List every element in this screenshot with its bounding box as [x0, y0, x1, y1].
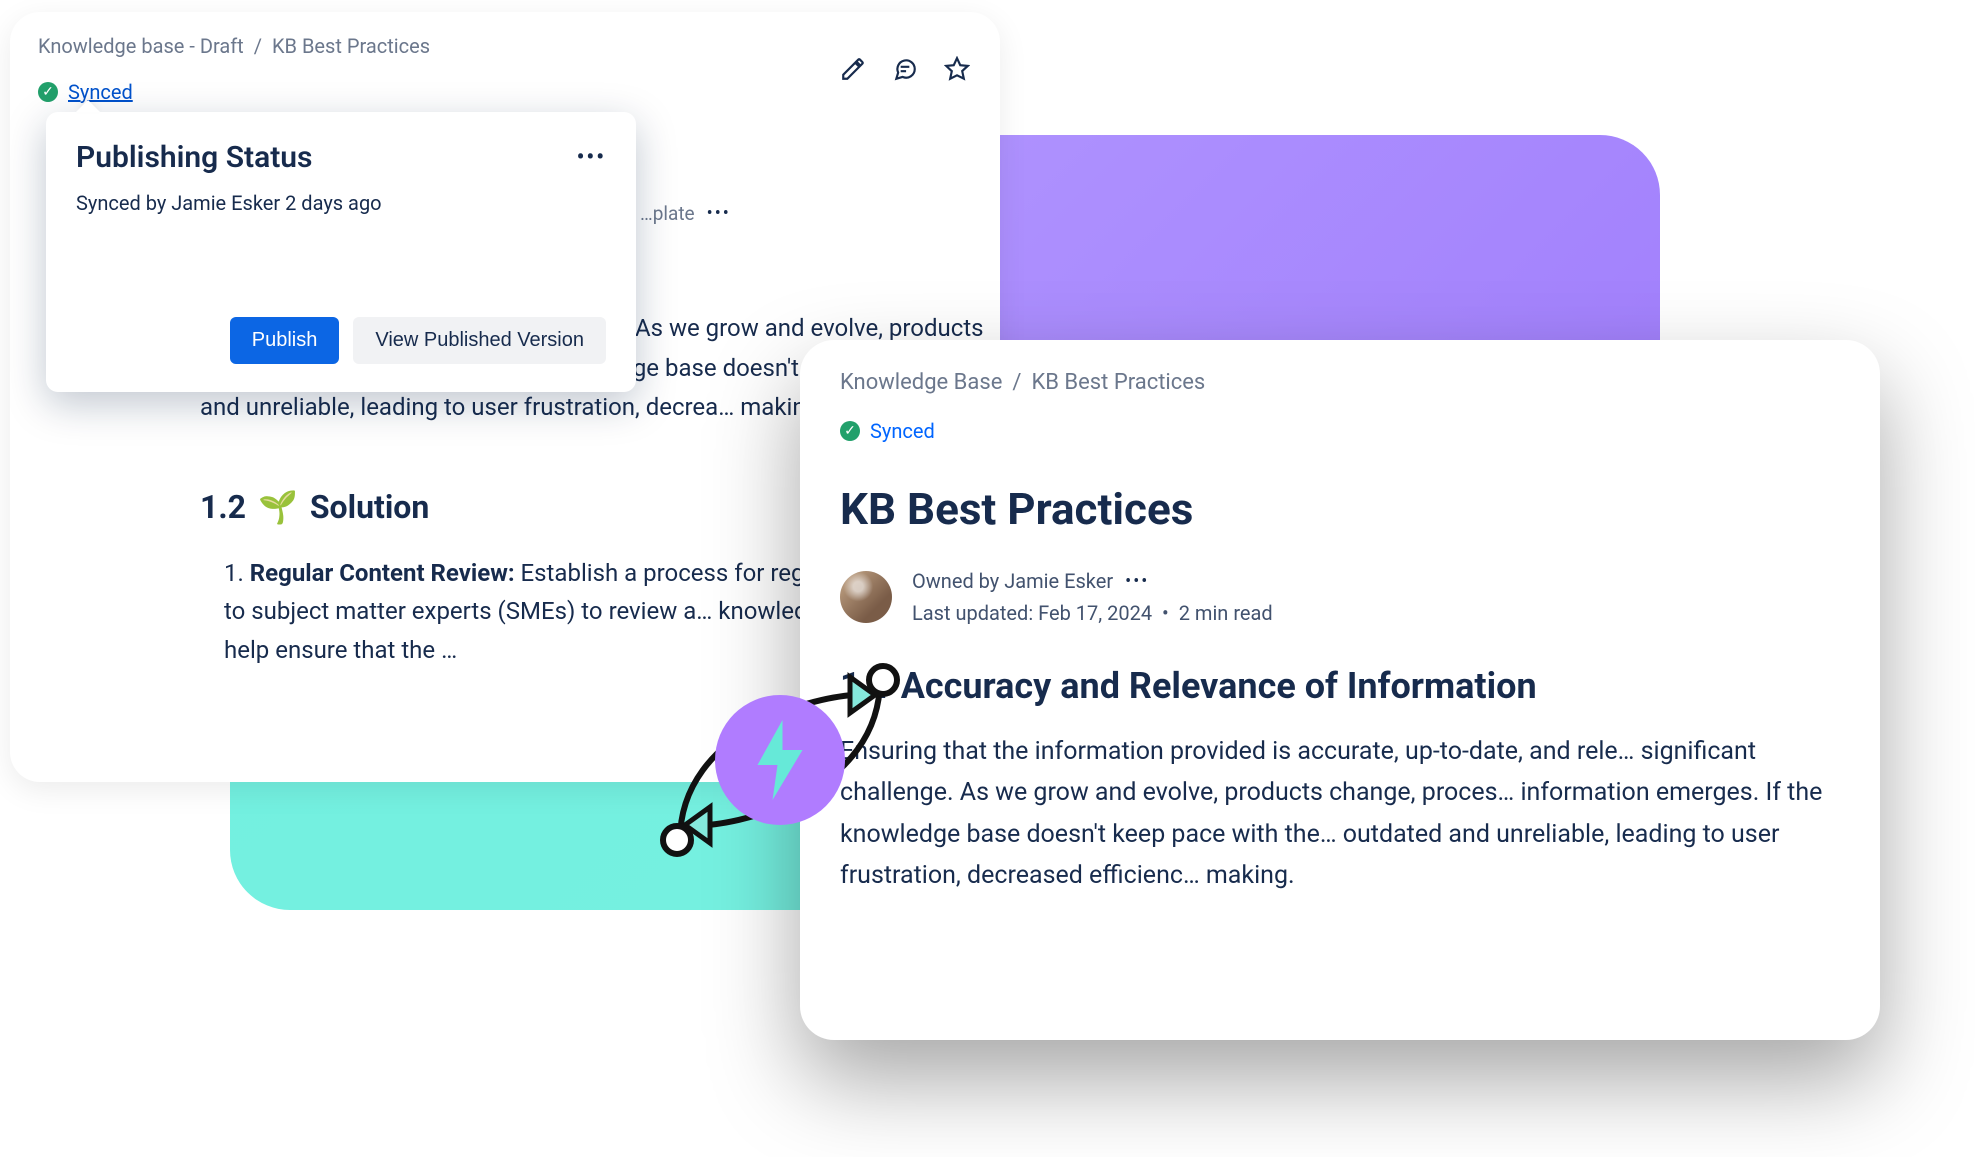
breadcrumb: Knowledge Base / KB Best Practices	[840, 370, 1840, 395]
page-title: KB Best Practices	[840, 483, 1840, 535]
last-updated: Last updated: Feb 17, 2024	[912, 601, 1152, 625]
breadcrumb-separator: /	[1012, 370, 1021, 395]
section-paragraph: Ensuring that the information provided i…	[840, 731, 1840, 896]
check-circle-icon: ✓	[38, 82, 58, 102]
synced-status-link[interactable]: Synced	[870, 419, 935, 443]
popover-title: Publishing Status	[76, 140, 312, 175]
star-icon[interactable]	[942, 54, 972, 84]
template-meta: …plate	[640, 202, 695, 225]
publishing-status-popover: Publishing Status ••• Synced by Jamie Es…	[46, 112, 636, 392]
popover-subtitle: Synced by Jamie Esker 2 days ago	[76, 191, 606, 215]
breadcrumb-separator: /	[254, 34, 262, 58]
edit-icon[interactable]	[838, 54, 868, 84]
more-icon[interactable]: •••	[707, 203, 731, 224]
comment-icon[interactable]	[890, 54, 920, 84]
view-published-button[interactable]: View Published Version	[353, 317, 606, 364]
avatar[interactable]	[840, 571, 892, 623]
read-time: 2 min read	[1179, 601, 1273, 625]
breadcrumb-page[interactable]: KB Best Practices	[272, 34, 430, 58]
list-item-bold: Regular Content Review:	[250, 559, 515, 587]
published-card: Knowledge Base / KB Best Practices ✓ Syn…	[800, 340, 1880, 1040]
solution-number: 1.2	[200, 488, 246, 526]
breadcrumb-root[interactable]: Knowledge Base	[840, 370, 1002, 395]
breadcrumb-page[interactable]: KB Best Practices	[1031, 370, 1205, 395]
meta-row: Last updated: Feb 17, 2024 • 2 min read	[912, 601, 1273, 625]
breadcrumb-root[interactable]: Knowledge base - Draft	[38, 34, 244, 58]
more-icon[interactable]: •••	[577, 145, 606, 170]
seedling-icon: 🌱	[258, 488, 298, 526]
publish-button[interactable]: Publish	[230, 317, 340, 364]
owned-by-label: Owned by Jamie Esker	[912, 569, 1113, 593]
more-icon[interactable]: •••	[1125, 571, 1149, 592]
solution-label: Solution	[310, 488, 429, 526]
check-circle-icon: ✓	[840, 421, 860, 441]
breadcrumb: Knowledge base - Draft / KB Best Practic…	[38, 34, 972, 58]
section-heading: 1.1 Accuracy and Relevance of Informatio…	[840, 665, 1840, 707]
